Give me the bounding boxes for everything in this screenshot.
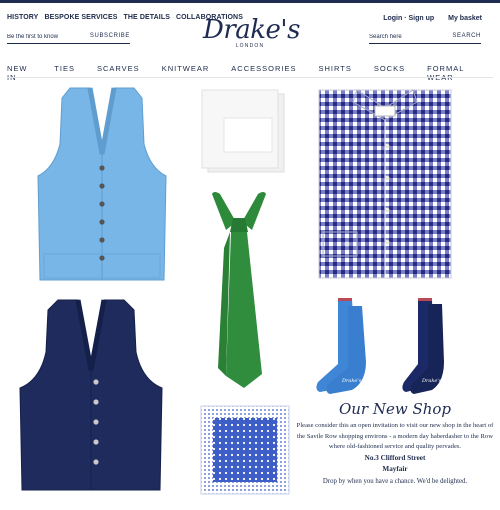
promo-cta: Drop by when you have a chance. We'd be … bbox=[322, 477, 468, 485]
main-nav: NEW IN TIES SCARVES KNITWEAR ACCESSORIES… bbox=[7, 64, 500, 82]
top-link-the-details[interactable]: THE DETAILS bbox=[124, 14, 170, 21]
pocket-square-icon bbox=[201, 89, 285, 173]
nav-knitwear[interactable]: KNITWEAR bbox=[162, 64, 210, 82]
product-navy-vest[interactable] bbox=[16, 296, 166, 494]
newsletter-form: SUBSCRIBE bbox=[7, 31, 130, 44]
search-form: SEARCH bbox=[369, 31, 481, 44]
newsletter-email-input[interactable] bbox=[7, 31, 92, 42]
sweater-vest-icon bbox=[37, 87, 167, 281]
promo-body: Please consider this an open invitation … bbox=[296, 422, 494, 450]
search-input[interactable] bbox=[369, 31, 439, 42]
promo-title: Our New Shop bbox=[338, 400, 452, 418]
product-blue-socks[interactable]: Drake's bbox=[312, 296, 374, 396]
product-white-pocket-square[interactable] bbox=[200, 88, 290, 176]
top-link-history[interactable]: HISTORY bbox=[7, 14, 38, 21]
nav-shirts[interactable]: SHIRTS bbox=[318, 64, 351, 82]
nav-new-in[interactable]: NEW IN bbox=[7, 64, 32, 82]
logo-brand: Drake's bbox=[203, 15, 300, 45]
nav-ties[interactable]: TIES bbox=[54, 64, 75, 82]
product-gingham-shirt[interactable] bbox=[317, 86, 453, 282]
svg-text:Drake's: Drake's bbox=[421, 378, 442, 384]
sock-icon: Drake's bbox=[316, 298, 366, 394]
nav-accessories[interactable]: ACCESSORIES bbox=[231, 64, 296, 82]
pocket-square-icon bbox=[200, 405, 290, 495]
product-navy-socks[interactable]: Drake's bbox=[398, 296, 458, 396]
nav-divider bbox=[7, 77, 493, 78]
sweater-vest-icon bbox=[19, 299, 163, 491]
promo-address-street: No.3 Clifford Street bbox=[364, 453, 426, 462]
promo-address-area: Mayfair bbox=[382, 464, 408, 473]
product-light-blue-vest[interactable] bbox=[32, 84, 172, 286]
nav-formal-wear[interactable]: FORMAL WEAR bbox=[427, 64, 478, 82]
sock-icon: Drake's bbox=[402, 298, 444, 394]
subscribe-button[interactable]: SUBSCRIBE bbox=[90, 33, 130, 39]
site-logo[interactable]: Drake's LONDON bbox=[203, 15, 300, 49]
account-links: Login · Sign up My basket bbox=[383, 15, 482, 22]
new-shop-promo: Our New Shop Please consider this an ope… bbox=[296, 400, 494, 487]
tie-icon bbox=[212, 192, 266, 388]
product-blue-pocket-square[interactable] bbox=[199, 404, 291, 496]
login-signup-link[interactable]: Login · Sign up bbox=[383, 15, 434, 22]
shirt-icon bbox=[318, 89, 452, 279]
nav-socks[interactable]: SOCKS bbox=[374, 64, 405, 82]
top-link-bespoke-services[interactable]: BESPOKE SERVICES bbox=[44, 14, 117, 21]
svg-text:Drake's: Drake's bbox=[341, 378, 362, 384]
product-green-tie[interactable] bbox=[204, 188, 274, 394]
search-button[interactable]: SEARCH bbox=[452, 33, 481, 39]
top-accent-bar bbox=[0, 0, 500, 3]
nav-scarves[interactable]: SCARVES bbox=[97, 64, 140, 82]
my-basket-link[interactable]: My basket bbox=[448, 15, 482, 22]
